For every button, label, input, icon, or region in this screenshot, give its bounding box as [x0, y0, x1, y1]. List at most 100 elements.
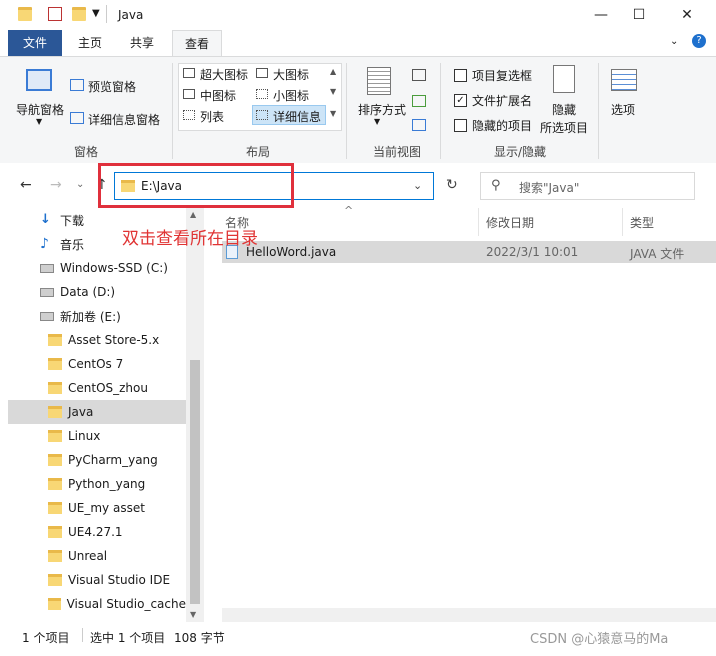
close-button[interactable]: ✕ — [664, 0, 710, 30]
folder-icon — [18, 7, 32, 21]
search-box[interactable]: ⚲ 搜索"Java" — [480, 172, 695, 200]
scroll-up-icon[interactable]: ▲ — [190, 210, 196, 219]
refresh-icon[interactable]: ↻ — [446, 177, 458, 193]
group-by-icon[interactable] — [412, 69, 426, 81]
item-count: 1 个项目 — [22, 631, 70, 645]
recent-locations-icon[interactable]: ⌄ — [76, 179, 84, 190]
chevron-down-icon[interactable]: ▼ — [374, 117, 380, 126]
scrollbar-thumb[interactable] — [190, 360, 200, 604]
help-icon[interactable]: ? — [692, 34, 706, 48]
download-icon: ↓ — [40, 212, 51, 227]
sidebar-item[interactable]: UE_my asset — [8, 496, 186, 520]
table-row[interactable]: HelloWord.java 2022/3/1 10:01 JAVA 文件 — [222, 241, 716, 263]
options-button[interactable]: 选项 — [611, 101, 635, 118]
sidebar-item[interactable]: Windows-SSD (C:) — [8, 256, 186, 280]
sidebar-item[interactable]: CentOS_zhou — [8, 376, 186, 400]
column-header-type[interactable]: 类型 — [630, 214, 654, 231]
title-bar: ▼ Java — ☐ ✕ — [0, 0, 716, 30]
maximize-button[interactable]: ☐ — [616, 0, 662, 30]
folder-icon — [48, 550, 62, 562]
chevron-down-icon[interactable]: ▼ — [92, 8, 100, 19]
folder-icon — [48, 382, 62, 394]
column-header-date[interactable]: 修改日期 — [486, 214, 534, 231]
watermark: CSDN @心猿意马的Ma — [530, 632, 669, 647]
sort-by-button[interactable]: 排序方式 — [358, 101, 406, 118]
sidebar-item[interactable]: Linux — [8, 424, 186, 448]
options-icon — [611, 69, 637, 91]
layout-details[interactable]: 详细信息 — [273, 108, 321, 125]
sidebar-item-label: CentOs 7 — [68, 357, 124, 371]
details-pane-button[interactable]: 详细信息窗格 — [88, 111, 160, 128]
sidebar-item[interactable]: Python_yang — [8, 472, 186, 496]
tab-file[interactable]: 文件 — [8, 30, 62, 56]
sidebar-item-label: 新加卷 (E:) — [60, 309, 121, 324]
annotation-text: 双击查看所在目录 — [122, 229, 258, 249]
sidebar-item-label: Unreal — [68, 549, 108, 563]
folder-icon — [48, 358, 62, 370]
sidebar-item[interactable]: UE4.27.1 — [8, 520, 186, 544]
tab-share[interactable]: 共享 — [118, 30, 166, 56]
folder-icon — [48, 406, 62, 418]
folder-icon — [48, 478, 62, 490]
sidebar-item[interactable]: Java — [8, 400, 186, 424]
back-arrow-icon[interactable]: ← — [20, 177, 32, 193]
divider — [346, 63, 347, 159]
sidebar-item[interactable]: Visual Studio IDE — [8, 568, 186, 592]
hide-selected-button-line1[interactable]: 隐藏 — [552, 101, 576, 118]
sidebar-item[interactable]: Data (D:) — [8, 280, 186, 304]
hidden-items-checkbox[interactable] — [454, 119, 467, 132]
divider — [440, 63, 441, 159]
sidebar-item[interactable]: 新加卷 (E:) — [8, 304, 186, 328]
chevron-down-icon[interactable]: ⌄ — [670, 36, 678, 47]
divider — [172, 63, 173, 159]
search-placeholder[interactable]: 搜索"Java" — [519, 179, 579, 196]
gallery-up-icon[interactable]: ▲ — [330, 67, 336, 76]
sidebar-item-label: CentOS_zhou — [68, 381, 148, 395]
layout-large-icons[interactable]: 大图标 — [273, 66, 309, 83]
selected-size: 108 字节 — [174, 631, 225, 645]
scroll-down-icon[interactable]: ▼ — [190, 610, 196, 619]
sidebar-item[interactable]: Unreal — [8, 544, 186, 568]
list-icon — [183, 110, 195, 120]
chevron-down-icon[interactable]: ⌄ — [413, 179, 422, 192]
sidebar-item[interactable]: PyCharm_yang — [8, 448, 186, 472]
folder-icon — [48, 430, 62, 442]
folder-icon — [48, 334, 62, 346]
layout-extra-large-icons[interactable]: 超大图标 — [200, 66, 248, 83]
add-columns-icon[interactable] — [412, 95, 426, 107]
size-columns-icon[interactable] — [412, 119, 426, 131]
ribbon: 导航窗格 ▼ 预览窗格 详细信息窗格 窗格 超大图标 大图标 中图标 小图标 列… — [0, 56, 716, 164]
folder-icon — [48, 454, 62, 466]
sidebar-item-label: Data (D:) — [60, 285, 116, 299]
folder-icon — [48, 502, 62, 514]
sidebar-item-label: Java — [68, 405, 94, 419]
properties-icon[interactable] — [48, 7, 62, 21]
details-pane-icon — [70, 112, 84, 124]
sidebar-item[interactable]: Asset Store-5.x — [8, 328, 186, 352]
file-name[interactable]: HelloWord.java — [246, 245, 336, 259]
annotation-highlight-box — [98, 163, 294, 208]
preview-pane-button[interactable]: 预览窗格 — [88, 78, 136, 95]
item-checkboxes-label: 项目复选框 — [472, 69, 533, 83]
file-extensions-checkbox[interactable]: ✓ — [454, 94, 467, 107]
divider — [82, 628, 83, 642]
navigation-pane-icon — [26, 69, 52, 91]
horizontal-scrollbar[interactable] — [222, 608, 716, 622]
navigation-pane-button[interactable]: 导航窗格 — [16, 101, 64, 118]
hide-selected-button-line2[interactable]: 所选项目 — [540, 119, 588, 136]
layout-medium-icons[interactable]: 中图标 — [200, 87, 236, 104]
sidebar-item[interactable]: CentOs 7 — [8, 352, 186, 376]
forward-arrow-icon[interactable]: → — [50, 177, 62, 193]
gallery-more-icon[interactable]: ▼ — [330, 109, 336, 118]
tab-view[interactable]: 查看 — [172, 30, 223, 57]
new-folder-icon[interactable] — [72, 7, 86, 21]
tab-home[interactable]: 主页 — [66, 30, 114, 56]
gallery-down-icon[interactable]: ▼ — [330, 87, 336, 96]
sidebar-item[interactable]: Visual Studio_cache — [8, 592, 186, 616]
chevron-down-icon[interactable]: ▼ — [36, 117, 42, 126]
layout-list[interactable]: 列表 — [200, 108, 224, 125]
item-checkboxes-checkbox[interactable] — [454, 69, 467, 82]
group-label-panes: 窗格 — [74, 145, 99, 159]
layout-small-icons[interactable]: 小图标 — [273, 87, 309, 104]
drive-icon — [40, 311, 54, 321]
